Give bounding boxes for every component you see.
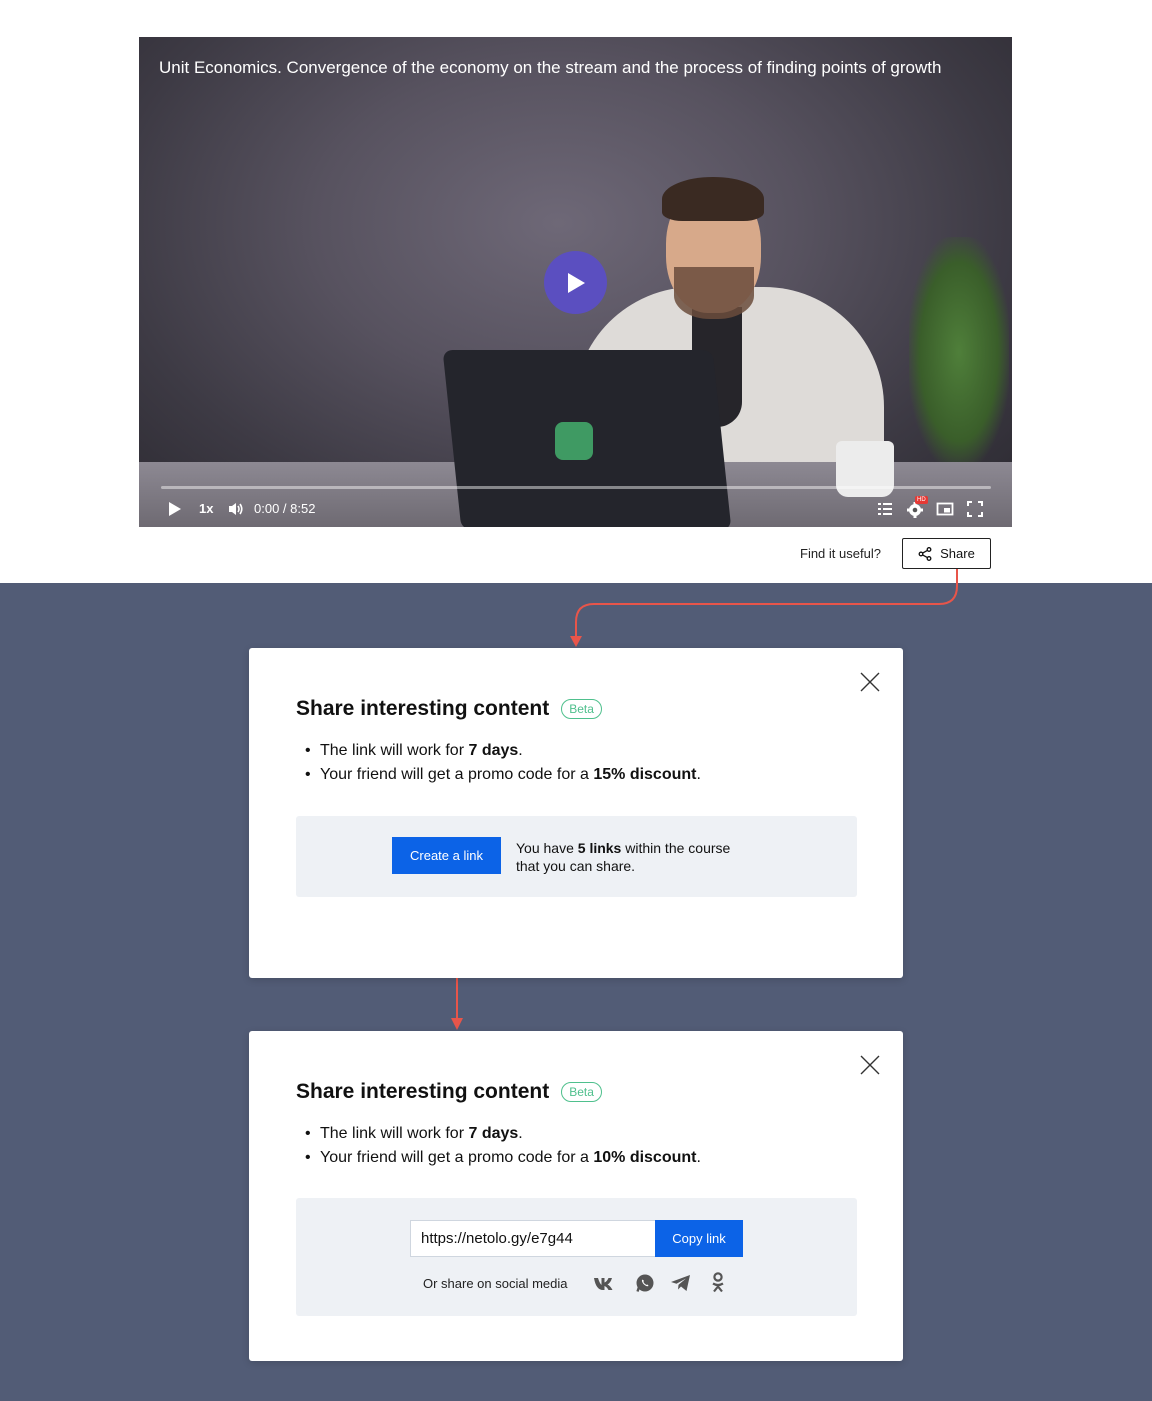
fullscreen-button[interactable] <box>966 500 984 518</box>
video-frame-beard <box>674 267 754 319</box>
term-text: The link will work for <box>320 742 469 759</box>
share-icon <box>918 546 932 561</box>
list-item: Your friend will get a promo code for a … <box>305 1146 701 1170</box>
telegram-share-button[interactable] <box>669 1271 693 1295</box>
speed-button[interactable]: 1x <box>199 501 213 516</box>
odnoklassniki-share-button[interactable] <box>706 1271 730 1295</box>
beta-badge: Beta <box>561 1082 602 1102</box>
terms-list: The link will work for 7 days. Your frie… <box>305 739 701 787</box>
picture-in-picture-icon <box>936 502 954 516</box>
pip-button[interactable] <box>936 500 954 518</box>
fullscreen-icon <box>967 501 983 517</box>
links-remaining-note: You have 5 links within the course that … <box>516 839 730 875</box>
note-text: You have <box>516 840 578 856</box>
volume-icon <box>229 503 243 515</box>
volume-button[interactable] <box>227 500 245 518</box>
whatsapp-icon <box>636 1274 654 1292</box>
term-highlight: 7 days <box>468 742 519 759</box>
modal-header: Share interesting content Beta <box>296 1080 602 1104</box>
vk-icon <box>594 1278 613 1290</box>
share-button[interactable]: Share <box>902 538 991 569</box>
list-item: The link will work for 7 days. <box>305 739 701 763</box>
term-highlight: 10% discount <box>593 1149 697 1166</box>
telegram-icon <box>671 1275 690 1291</box>
create-link-button[interactable]: Create a link <box>392 837 501 874</box>
term-text: Your friend will get a promo code for a <box>320 1149 594 1166</box>
play-icon <box>169 502 181 516</box>
whatsapp-share-button[interactable] <box>633 1271 657 1295</box>
list-item: Your friend will get a promo code for a … <box>305 763 701 787</box>
share-link-input[interactable] <box>410 1220 656 1257</box>
time-display: 0:00 / 8:52 <box>254 501 316 516</box>
hd-badge: HD <box>915 496 928 504</box>
note-text: within the course <box>621 840 731 856</box>
copy-link-button[interactable]: Copy link <box>655 1220 743 1257</box>
list-icon <box>878 503 892 515</box>
video-player[interactable]: Unit Economics. Convergence of the econo… <box>139 37 1012 527</box>
list-item: The link will work for 7 days. <box>305 1122 701 1146</box>
video-frame-hair <box>662 177 764 221</box>
term-text: The link will work for <box>320 1125 469 1142</box>
feedback-prompt: Find it useful? <box>800 546 881 561</box>
term-highlight: 7 days <box>468 1125 519 1142</box>
video-frame-plant <box>909 237 1009 467</box>
social-share-label: Or share on social media <box>423 1276 568 1291</box>
create-link-panel: Create a link You have 5 links within th… <box>296 816 857 897</box>
term-highlight: 15% discount <box>593 766 697 783</box>
close-icon <box>860 672 880 692</box>
close-icon <box>860 1055 880 1075</box>
progress-bar[interactable] <box>161 486 991 489</box>
modal-header: Share interesting content Beta <box>296 697 602 721</box>
terms-list: The link will work for 7 days. Your frie… <box>305 1122 701 1170</box>
close-button[interactable] <box>858 670 882 694</box>
term-text: Your friend will get a promo code for a <box>320 766 594 783</box>
beta-badge: Beta <box>561 699 602 719</box>
settings-button[interactable]: HD <box>906 496 928 519</box>
term-text: . <box>696 1149 701 1166</box>
odnoklassniki-icon <box>712 1272 724 1293</box>
term-text: . <box>518 1125 523 1142</box>
video-frame-sticker <box>555 422 593 460</box>
play-overlay-button[interactable] <box>544 251 607 314</box>
note-text: that you can share. <box>516 858 636 874</box>
vk-share-button[interactable] <box>593 1271 617 1295</box>
share-button-label: Share <box>940 546 975 561</box>
close-button[interactable] <box>858 1053 882 1077</box>
play-button[interactable] <box>167 500 183 518</box>
share-link-panel: Copy link Or share on social media <box>296 1198 857 1316</box>
video-title: Unit Economics. Convergence of the econo… <box>159 58 942 77</box>
player-footer <box>139 527 1012 583</box>
share-modal-create: Share interesting content Beta The link … <box>249 648 903 978</box>
modal-title: Share interesting content <box>296 697 550 720</box>
chapters-button[interactable] <box>876 500 894 518</box>
term-text: . <box>696 766 701 783</box>
links-count: 5 links <box>577 840 622 856</box>
term-text: . <box>518 742 523 759</box>
modal-title: Share interesting content <box>296 1080 550 1103</box>
share-modal-link: Share interesting content Beta The link … <box>249 1031 903 1361</box>
play-icon <box>567 272 585 293</box>
